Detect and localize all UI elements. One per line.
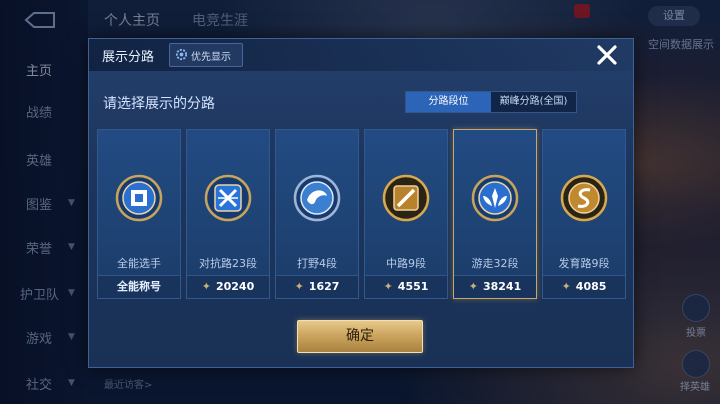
- lane-footer: ✦ 4085: [543, 275, 625, 298]
- priority-display-button[interactable]: 优先显示: [169, 43, 243, 67]
- lane-score: 20240: [215, 280, 255, 293]
- dialog-header: 展示分路 优先显示: [89, 39, 633, 71]
- close-icon: [597, 45, 617, 65]
- lane-card-mid[interactable]: 中路9段 ✦ 4551: [364, 129, 448, 299]
- gear-icon: [175, 48, 188, 61]
- rank-score-icon: ✦: [468, 280, 478, 293]
- close-button[interactable]: [595, 43, 623, 69]
- lane-display-dialog: 展示分路 优先显示 请选择展示的分路 分路段位 巅峰分路(全国) 全能选手 全能…: [88, 38, 634, 368]
- lane-name: 对抗路23段: [199, 257, 257, 270]
- lane-name: 全能选手: [117, 257, 161, 270]
- lane-card-clash[interactable]: 对抗路23段 ✦ 20240: [186, 129, 270, 299]
- lane-card-all-round[interactable]: 全能选手 全能称号: [97, 129, 181, 299]
- priority-display-label: 优先显示: [191, 52, 231, 63]
- lane-name: 中路9段: [386, 257, 426, 270]
- jungle-emblem-icon: [293, 174, 341, 222]
- lane-name: 游走32段: [471, 257, 519, 270]
- all-round-emblem-icon: [115, 174, 163, 222]
- lane-footer: ✦ 20240: [187, 275, 269, 298]
- select-lane-prompt: 请选择展示的分路: [103, 96, 215, 112]
- lane-score: 4551: [397, 280, 429, 293]
- mode-toggle: 分路段位 巅峰分路(全国): [405, 91, 577, 113]
- lane-name: 发育路9段: [558, 257, 610, 270]
- mid-lane-emblem-icon: [382, 174, 430, 222]
- lane-footer: ✦ 38241: [454, 275, 536, 298]
- dialog-title: 展示分路: [102, 50, 155, 65]
- roam-emblem-icon: [471, 174, 519, 222]
- lane-card-roam[interactable]: 游走32段 ✦ 38241: [453, 129, 537, 299]
- lane-footer-text: 全能称号: [117, 280, 161, 293]
- lane-footer: ✦ 1627: [276, 275, 358, 298]
- lane-name: 打野4段: [297, 257, 337, 270]
- rank-score-icon: ✦: [383, 280, 393, 293]
- lane-score: 4085: [575, 280, 607, 293]
- lane-footer: 全能称号: [98, 275, 180, 298]
- farm-lane-emblem-icon: [560, 174, 608, 222]
- rank-score-icon: ✦: [201, 280, 211, 293]
- clash-lane-emblem-icon: [204, 174, 252, 222]
- lane-score: 38241: [482, 280, 522, 293]
- rank-score-icon: ✦: [294, 280, 304, 293]
- lane-score: 1627: [308, 280, 340, 293]
- lane-card-farm[interactable]: 发育路9段 ✦ 4085: [542, 129, 626, 299]
- rank-score-icon: ✦: [561, 280, 571, 293]
- tab-lane-rank[interactable]: 分路段位: [406, 92, 491, 112]
- lane-footer: ✦ 4551: [365, 275, 447, 298]
- confirm-button[interactable]: 确定: [297, 320, 423, 353]
- tab-peak-lane-national[interactable]: 巅峰分路(全国): [491, 92, 576, 112]
- lane-card-jungle[interactable]: 打野4段 ✦ 1627: [275, 129, 359, 299]
